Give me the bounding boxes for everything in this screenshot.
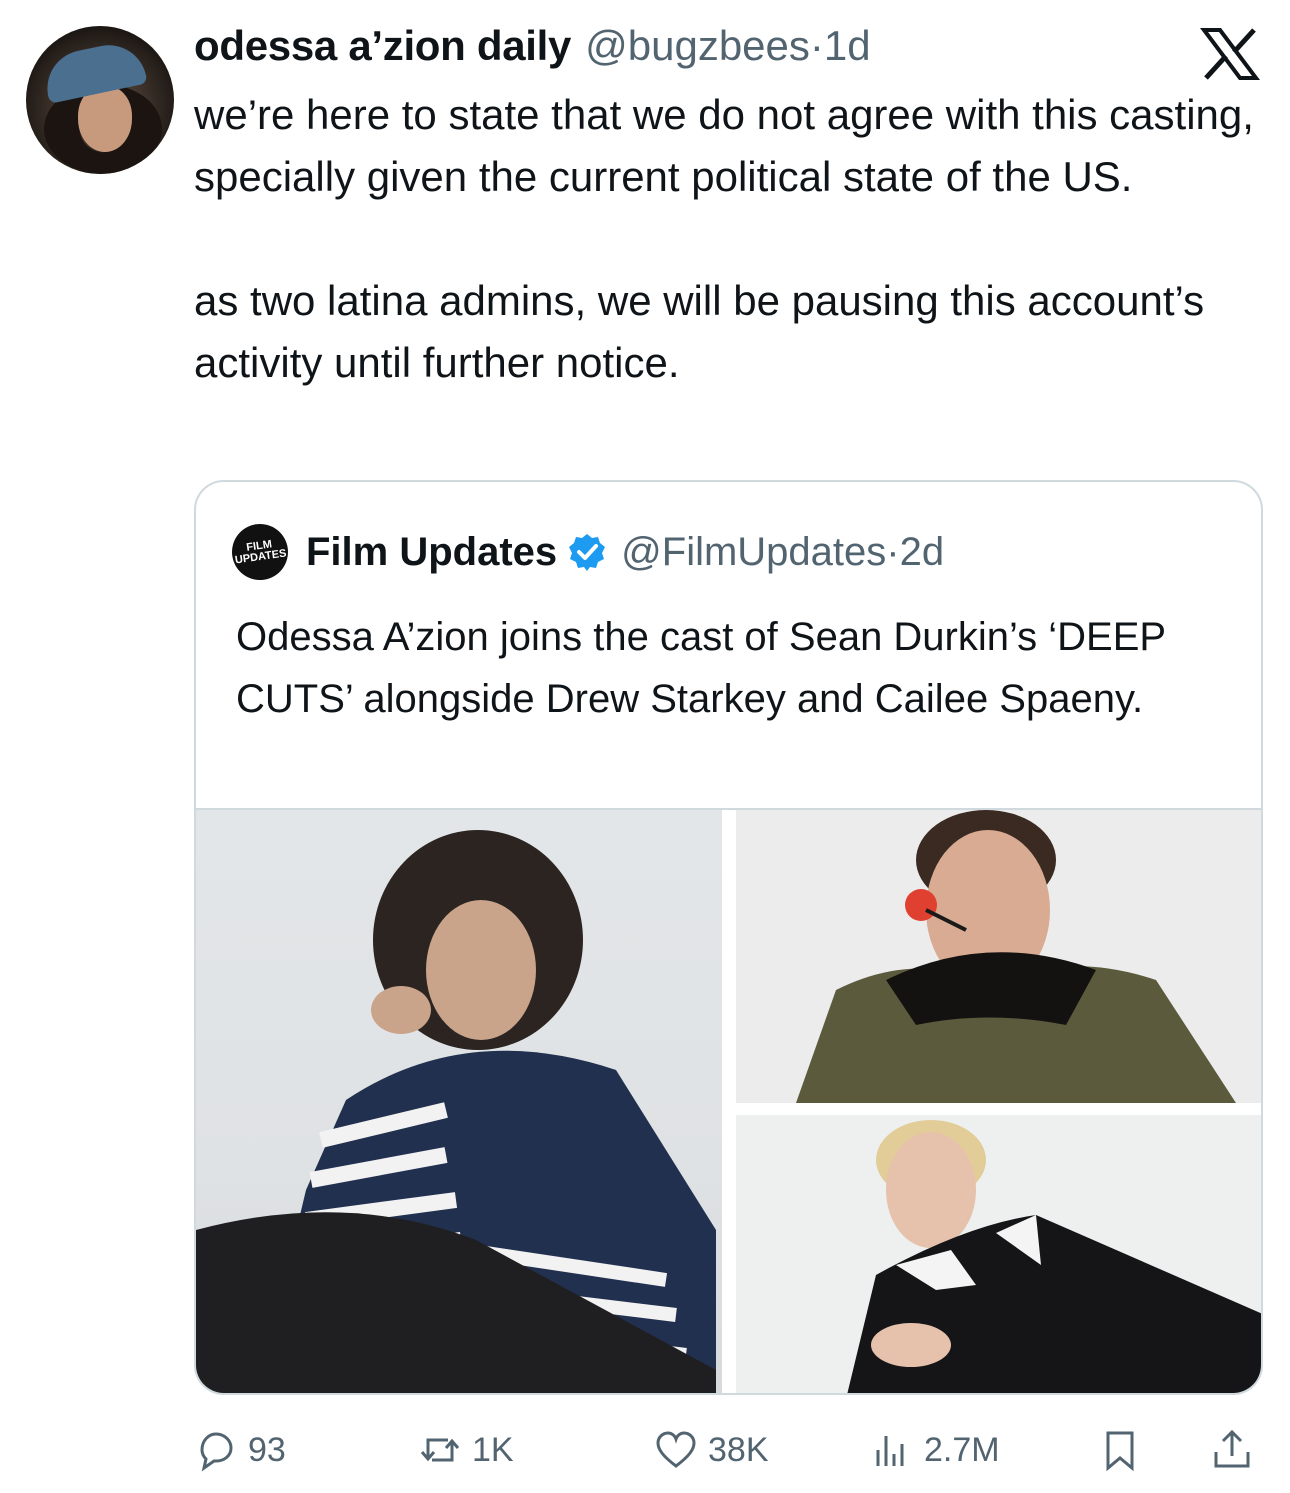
retweet-button[interactable]: 1K xyxy=(418,1420,514,1480)
quoted-tweet-header: FILM UPDATES Film Updates @FilmUpdates·2… xyxy=(228,520,944,584)
bookmark-icon xyxy=(1106,1431,1134,1472)
verified-badge-icon xyxy=(569,534,606,571)
author-handle-and-time[interactable]: @bugzbees·1d xyxy=(585,22,871,70)
retweet-count: 1K xyxy=(472,1430,514,1469)
views-icon xyxy=(876,1436,904,1466)
quoted-author-handle-and-time[interactable]: @FilmUpdates·2d xyxy=(621,530,944,575)
share-button[interactable] xyxy=(1210,1420,1254,1480)
quoted-tweet-media-grid xyxy=(196,808,1261,1393)
views-button[interactable]: 2.7M xyxy=(870,1420,1000,1480)
reply-icon xyxy=(200,1432,233,1472)
bookmark-button[interactable] xyxy=(1098,1420,1142,1480)
author-avatar[interactable] xyxy=(26,26,174,174)
share-icon xyxy=(1214,1429,1250,1468)
like-count: 38K xyxy=(708,1430,769,1469)
photo-odessa-azion[interactable] xyxy=(196,810,722,1393)
quoted-avatar-line-2: UPDATES xyxy=(234,547,288,567)
author-name[interactable]: odessa a’zion daily xyxy=(194,22,571,70)
like-button[interactable]: 38K xyxy=(654,1420,769,1480)
tweet-header: odessa a’zion daily @bugzbees·1d xyxy=(194,22,871,82)
tweet-action-bar: 93 1K 38K 2.7M xyxy=(194,1420,1264,1480)
photo-cailee-spaeny[interactable] xyxy=(736,1115,1261,1393)
quoted-author-name[interactable]: Film Updates xyxy=(306,530,557,575)
reply-button[interactable]: 93 xyxy=(194,1420,286,1480)
photo-drew-starkey[interactable] xyxy=(736,810,1261,1103)
views-count: 2.7M xyxy=(924,1430,1000,1469)
quoted-tweet-card[interactable]: FILM UPDATES Film Updates @FilmUpdates·2… xyxy=(194,480,1263,1395)
quoted-tweet-text: Odessa A’zion joins the cast of Sean Dur… xyxy=(236,615,1166,721)
tweet-text: we’re here to state that we do not agree… xyxy=(194,91,1254,386)
quoted-author-avatar[interactable]: FILM UPDATES xyxy=(228,520,292,584)
reply-count: 93 xyxy=(248,1430,286,1469)
x-logo-icon xyxy=(1200,28,1260,80)
heart-icon xyxy=(656,1431,696,1468)
retweet-icon xyxy=(420,1438,460,1462)
